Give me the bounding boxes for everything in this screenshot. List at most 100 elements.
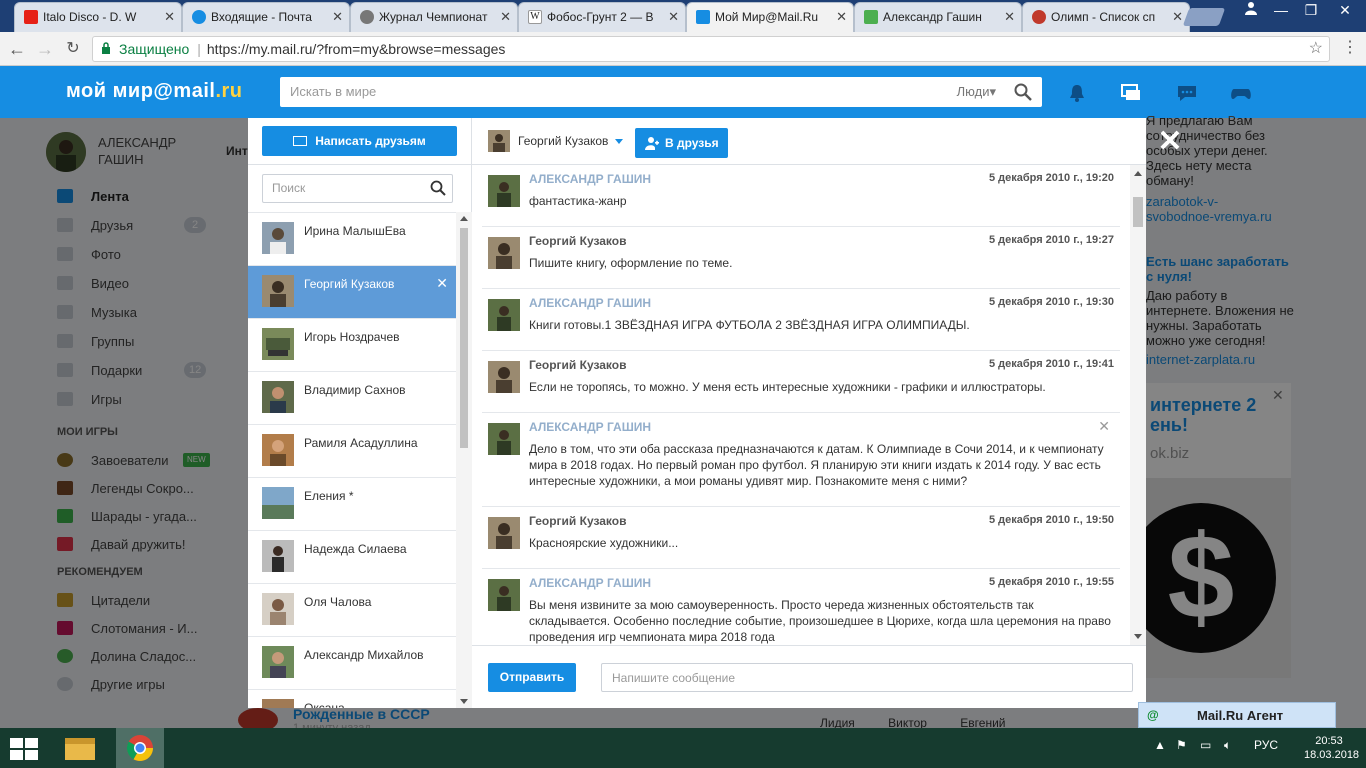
browser-tab[interactable]: Олимп - Список сп ✕	[1022, 2, 1190, 32]
message-author[interactable]: АЛЕКСАНДР ГАШИН	[529, 172, 651, 186]
conversation-item[interactable]: Александр Михайлов	[248, 637, 456, 690]
chrome-icon[interactable]	[116, 728, 164, 768]
conversation-item[interactable]: Рамиля Асадуллина	[248, 425, 456, 478]
browser-tab[interactable]: W Фобос-Грунт 2 — В ✕	[518, 2, 686, 32]
restore-icon[interactable]: ❐	[1296, 0, 1326, 22]
close-tab-icon[interactable]: ✕	[1004, 3, 1015, 31]
network-icon[interactable]: ▭	[1200, 738, 1211, 752]
language-indicator[interactable]: РУС	[1254, 738, 1278, 752]
write-to-friends-button[interactable]: Написать друзьям	[262, 126, 457, 156]
conversation-item[interactable]: Ирина МалышЕва	[248, 213, 456, 266]
scroll-thumb[interactable]	[460, 228, 468, 448]
delete-message-icon[interactable]: ✕	[1098, 418, 1110, 435]
browser-tab[interactable]: Входящие - Почта ✕	[182, 2, 350, 32]
add-friend-button[interactable]: В друзья	[635, 128, 728, 158]
avatar[interactable]	[488, 130, 510, 152]
scroll-thumb[interactable]	[1133, 197, 1143, 227]
close-dialog-icon[interactable]: ✕	[1156, 127, 1184, 157]
forward-icon[interactable]: →	[34, 38, 56, 60]
minimize-icon[interactable]: —	[1266, 0, 1296, 22]
search-icon[interactable]	[430, 180, 446, 196]
profile-icon[interactable]	[1236, 0, 1266, 22]
message-author[interactable]: АЛЕКСАНДР ГАШИН	[529, 296, 651, 310]
message-thread: АЛЕКСАНДР ГАШИН 5 декабря 2010 г., 19:20…	[472, 165, 1130, 645]
bookmark-star-icon[interactable]: ☆	[1309, 37, 1323, 61]
conversation-header: Георгий Кузаков В друзья	[472, 118, 1146, 164]
messages-icon[interactable]	[1120, 82, 1142, 104]
browser-tab-active[interactable]: Мой Мир@Mail.Ru ✕	[686, 2, 854, 32]
contacts-search[interactable]: Поиск	[262, 174, 453, 203]
close-tab-icon[interactable]: ✕	[332, 3, 343, 31]
search-icon[interactable]	[1014, 83, 1032, 101]
browser-tab[interactable]: Журнал Чемпионат ✕	[350, 2, 518, 32]
close-tab-icon[interactable]: ✕	[500, 3, 511, 31]
conversation-item[interactable]: Оля Чалова	[248, 584, 456, 637]
file-explorer-icon[interactable]	[56, 728, 104, 768]
avatar	[262, 275, 294, 307]
contacts-scrollbar[interactable]	[456, 212, 472, 708]
close-conversation-icon[interactable]: ✕	[436, 275, 448, 292]
address-bar[interactable]: Защищено | https://my.mail.ru/?from=my&bro…	[92, 36, 1330, 62]
avatar[interactable]	[488, 423, 520, 455]
avatar[interactable]	[488, 361, 520, 393]
flag-icon[interactable]: ⚑	[1176, 738, 1187, 752]
volume-icon[interactable]: 🔈︎	[1224, 738, 1231, 753]
windows-start-icon[interactable]	[10, 738, 38, 760]
new-tab-button[interactable]	[1182, 8, 1226, 26]
message-author[interactable]: АЛЕКСАНДР ГАШИН	[529, 576, 651, 590]
current-contact-name[interactable]: Георгий Кузаков	[518, 134, 608, 148]
avatar[interactable]	[488, 237, 520, 269]
conversation-item[interactable]: Игорь Ноздрачев	[248, 319, 456, 372]
avatar[interactable]	[488, 299, 520, 331]
message-input[interactable]: Напишите сообщение	[601, 663, 1133, 692]
reload-icon[interactable]: ↻	[62, 38, 84, 60]
close-tab-icon[interactable]: ✕	[836, 3, 847, 31]
conversation-item[interactable]: Оксана	[248, 690, 456, 708]
chat-icon[interactable]	[1176, 82, 1198, 104]
message-date: 5 декабря 2010 г., 19:27	[988, 234, 1114, 246]
close-tab-icon[interactable]: ✕	[668, 3, 679, 31]
clock[interactable]: 20:53 18.03.2018	[1304, 734, 1359, 762]
scroll-down-icon[interactable]	[1134, 634, 1142, 639]
world-search[interactable]: Искать в мире Люди▾	[280, 77, 1042, 107]
message-author[interactable]: Георгий Кузаков	[529, 358, 627, 372]
close-tab-icon[interactable]: ✕	[1172, 3, 1183, 31]
contacts-search-input[interactable]: Поиск	[272, 181, 305, 195]
search-input[interactable]: Искать в мире	[290, 84, 376, 99]
scroll-up-icon[interactable]	[460, 216, 468, 221]
browser-tab[interactable]: Italo Disco - D. W ✕	[14, 2, 182, 32]
avatar[interactable]	[488, 175, 520, 207]
message-author[interactable]: Георгий Кузаков	[529, 514, 627, 528]
conversation-item[interactable]: Надежда Силаева	[248, 531, 456, 584]
close-tab-icon[interactable]: ✕	[164, 3, 175, 31]
chevron-down-icon[interactable]	[615, 139, 623, 144]
avatar[interactable]	[488, 579, 520, 611]
conversation-item-active[interactable]: Георгий Кузаков ✕	[248, 266, 456, 319]
message-input-placeholder: Напишите сообщение	[612, 671, 736, 685]
gamepad-icon[interactable]	[1230, 82, 1252, 104]
url-text: https://my.mail.ru/?from=my&browse=messa…	[206, 41, 506, 57]
scroll-up-icon[interactable]	[1134, 171, 1142, 176]
site-logo[interactable]: мой мир@mail.ru	[66, 80, 243, 103]
scroll-down-icon[interactable]	[460, 699, 468, 704]
tray-chevron-icon[interactable]: ▲	[1154, 738, 1166, 752]
lock-icon	[102, 42, 110, 54]
contacts-panel: Написать друзьям Поиск Ирина МалышЕва Ге…	[248, 118, 472, 708]
conversation-item[interactable]: Еления *	[248, 478, 456, 531]
message-author[interactable]: АЛЕКСАНДР ГАШИН	[529, 420, 651, 434]
avatar[interactable]	[488, 517, 520, 549]
mail-agent-bar[interactable]: @ Mail.Ru Агент	[1138, 702, 1336, 728]
bell-icon[interactable]	[1066, 82, 1088, 104]
message-date: 5 декабря 2010 г., 19:41	[988, 358, 1114, 370]
search-scope-dropdown[interactable]: Люди▾	[957, 84, 996, 100]
message-author[interactable]: Георгий Кузаков	[529, 234, 627, 248]
wikipedia-icon: W	[528, 10, 542, 24]
journal-icon	[360, 10, 374, 24]
send-button[interactable]: Отправить	[488, 663, 576, 692]
close-window-icon[interactable]: ✕	[1330, 0, 1360, 22]
back-icon[interactable]: ←	[6, 38, 28, 60]
browser-menu-icon[interactable]: ⋮	[1342, 40, 1358, 56]
messages-scrollbar[interactable]	[1130, 165, 1146, 645]
browser-tab[interactable]: Александр Гашин ✕	[854, 2, 1022, 32]
conversation-item[interactable]: Владимир Сахнов	[248, 372, 456, 425]
